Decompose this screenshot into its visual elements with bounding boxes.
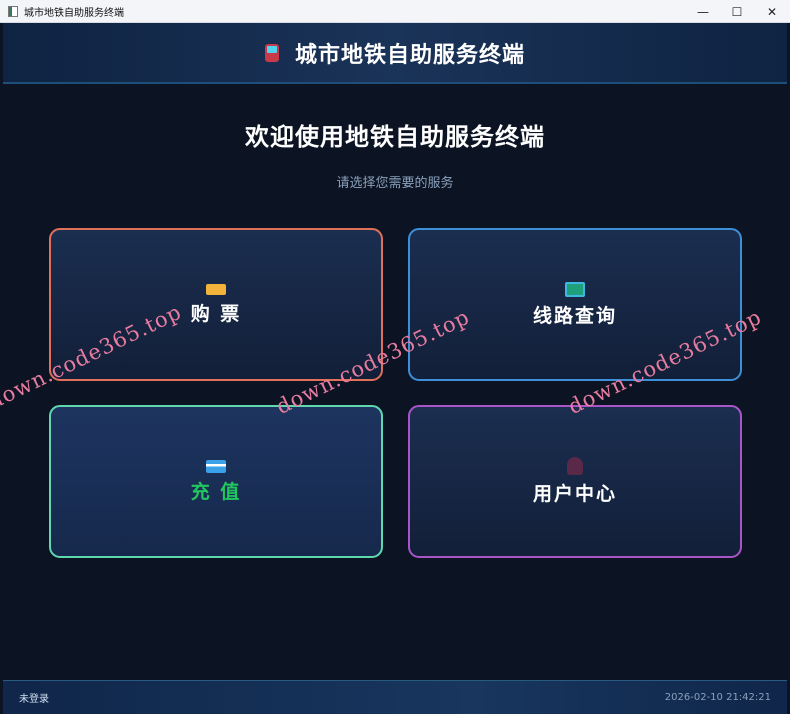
welcome-title: 欢迎使用地铁自助服务终端 — [245, 123, 545, 151]
app-icon — [8, 5, 18, 17]
login-status: 未登录 — [19, 694, 49, 705]
welcome-subtitle: 请选择您需要的服务 — [336, 176, 454, 191]
buy-ticket-button[interactable]: 购 票 — [49, 228, 383, 381]
user-center-button[interactable]: 用户中心 — [408, 405, 742, 558]
card-label: 用户中心 — [532, 483, 617, 505]
maximize-button[interactable]: ☐ — [720, 0, 754, 23]
header-title: 城市地铁自助服务终端 — [294, 42, 525, 68]
card-label: 线路查询 — [532, 304, 617, 327]
card-label: 购 票 — [190, 302, 242, 325]
route-query-button[interactable]: 线路查询 — [408, 228, 742, 381]
app-header: 城市地铁自助服务终端 — [3, 23, 787, 84]
credit-card-icon — [206, 459, 226, 473]
map-icon — [565, 281, 585, 297]
close-button[interactable]: ✕ — [755, 0, 789, 23]
window-title: 城市地铁自助服务终端 — [24, 7, 124, 19]
recharge-button[interactable]: 充 值 — [49, 405, 383, 558]
window-titlebar: 城市地铁自助服务终端 — ☐ ✕ — [0, 0, 790, 23]
status-bar: 未登录 2026-02-10 21:42:21 — [3, 680, 787, 714]
card-label: 充 值 — [190, 480, 242, 503]
minimize-button[interactable]: — — [686, 0, 720, 23]
metro-train-icon — [264, 43, 279, 62]
datetime: 2026-02-10 21:42:21 — [664, 692, 771, 703]
user-icon — [567, 457, 583, 475]
ticket-icon — [206, 283, 226, 295]
